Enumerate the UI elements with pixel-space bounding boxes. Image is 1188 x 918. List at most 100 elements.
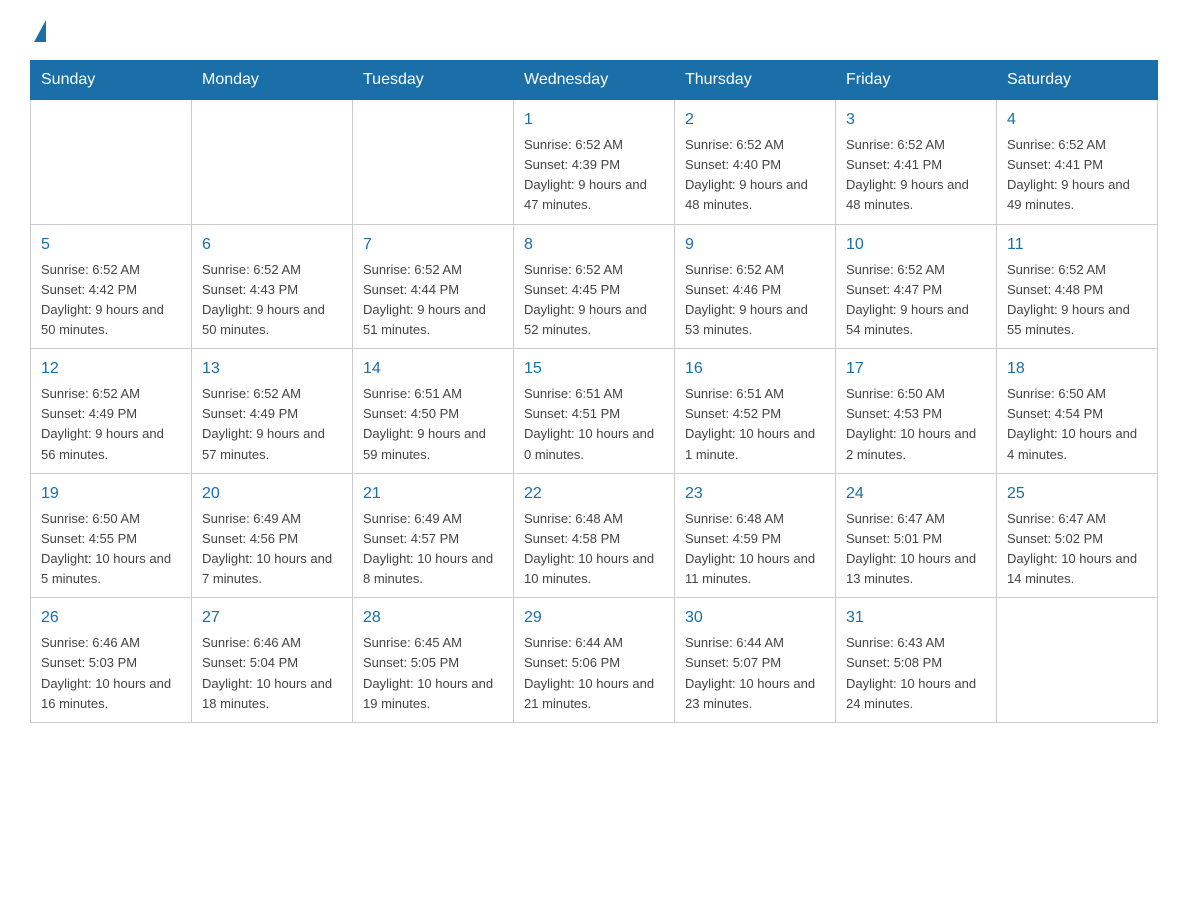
day-number: 15 xyxy=(524,357,664,381)
day-number: 14 xyxy=(363,357,503,381)
day-info: Sunrise: 6:52 AMSunset: 4:41 PMDaylight:… xyxy=(1007,135,1147,216)
day-info: Sunrise: 6:49 AMSunset: 4:56 PMDaylight:… xyxy=(202,509,342,590)
day-info: Sunrise: 6:44 AMSunset: 5:07 PMDaylight:… xyxy=(685,633,825,714)
calendar-header-wednesday: Wednesday xyxy=(514,61,675,100)
day-number: 26 xyxy=(41,606,181,630)
day-number: 10 xyxy=(846,233,986,257)
calendar-header-saturday: Saturday xyxy=(997,61,1158,100)
day-number: 4 xyxy=(1007,108,1147,132)
day-info: Sunrise: 6:47 AMSunset: 5:02 PMDaylight:… xyxy=(1007,509,1147,590)
calendar-cell: 26 Sunrise: 6:46 AMSunset: 5:03 PMDayligh… xyxy=(31,598,192,723)
day-number: 13 xyxy=(202,357,342,381)
day-info: Sunrise: 6:45 AMSunset: 5:05 PMDaylight:… xyxy=(363,633,503,714)
calendar-cell: 30 Sunrise: 6:44 AMSunset: 5:07 PMDayligh… xyxy=(675,598,836,723)
day-info: Sunrise: 6:52 AMSunset: 4:42 PMDaylight:… xyxy=(41,260,181,341)
day-number: 19 xyxy=(41,482,181,506)
day-number: 30 xyxy=(685,606,825,630)
day-info: Sunrise: 6:52 AMSunset: 4:47 PMDaylight:… xyxy=(846,260,986,341)
calendar-header-monday: Monday xyxy=(192,61,353,100)
day-number: 23 xyxy=(685,482,825,506)
day-info: Sunrise: 6:52 AMSunset: 4:45 PMDaylight:… xyxy=(524,260,664,341)
day-info: Sunrise: 6:50 AMSunset: 4:54 PMDaylight:… xyxy=(1007,384,1147,465)
day-number: 17 xyxy=(846,357,986,381)
week-row-5: 26 Sunrise: 6:46 AMSunset: 5:03 PMDayligh… xyxy=(31,598,1158,723)
calendar-cell: 9 Sunrise: 6:52 AMSunset: 4:46 PMDaylight… xyxy=(675,224,836,349)
calendar-cell: 19 Sunrise: 6:50 AMSunset: 4:55 PMDayligh… xyxy=(31,473,192,598)
calendar-table: SundayMondayTuesdayWednesdayThursdayFrid… xyxy=(30,60,1158,723)
calendar-cell: 31 Sunrise: 6:43 AMSunset: 5:08 PMDayligh… xyxy=(836,598,997,723)
day-info: Sunrise: 6:43 AMSunset: 5:08 PMDaylight:… xyxy=(846,633,986,714)
calendar-cell xyxy=(353,100,514,225)
day-info: Sunrise: 6:44 AMSunset: 5:06 PMDaylight:… xyxy=(524,633,664,714)
day-info: Sunrise: 6:48 AMSunset: 4:58 PMDaylight:… xyxy=(524,509,664,590)
calendar-cell: 13 Sunrise: 6:52 AMSunset: 4:49 PMDayligh… xyxy=(192,349,353,474)
calendar-cell: 23 Sunrise: 6:48 AMSunset: 4:59 PMDayligh… xyxy=(675,473,836,598)
day-number: 28 xyxy=(363,606,503,630)
day-number: 3 xyxy=(846,108,986,132)
day-number: 9 xyxy=(685,233,825,257)
calendar-cell: 15 Sunrise: 6:51 AMSunset: 4:51 PMDayligh… xyxy=(514,349,675,474)
calendar-cell: 4 Sunrise: 6:52 AMSunset: 4:41 PMDaylight… xyxy=(997,100,1158,225)
calendar-cell: 22 Sunrise: 6:48 AMSunset: 4:58 PMDayligh… xyxy=(514,473,675,598)
day-number: 20 xyxy=(202,482,342,506)
calendar-header-tuesday: Tuesday xyxy=(353,61,514,100)
calendar-cell: 11 Sunrise: 6:52 AMSunset: 4:48 PMDayligh… xyxy=(997,224,1158,349)
calendar-cell: 17 Sunrise: 6:50 AMSunset: 4:53 PMDayligh… xyxy=(836,349,997,474)
day-info: Sunrise: 6:52 AMSunset: 4:39 PMDaylight:… xyxy=(524,135,664,216)
day-number: 24 xyxy=(846,482,986,506)
calendar-cell: 7Sunrise: 6:52 AMSunset: 4:44 PMDaylight… xyxy=(353,224,514,349)
calendar-cell: 28 Sunrise: 6:45 AMSunset: 5:05 PMDayligh… xyxy=(353,598,514,723)
calendar-cell: 25 Sunrise: 6:47 AMSunset: 5:02 PMDayligh… xyxy=(997,473,1158,598)
calendar-cell: 27 Sunrise: 6:46 AMSunset: 5:04 PMDayligh… xyxy=(192,598,353,723)
calendar-cell: 3 Sunrise: 6:52 AMSunset: 4:41 PMDaylight… xyxy=(836,100,997,225)
day-number: 21 xyxy=(363,482,503,506)
day-number: 11 xyxy=(1007,233,1147,257)
calendar-header-row: SundayMondayTuesdayWednesdayThursdayFrid… xyxy=(31,61,1158,100)
calendar-cell: 18Sunrise: 6:50 AMSunset: 4:54 PMDayligh… xyxy=(997,349,1158,474)
day-info: Sunrise: 6:52 AMSunset: 4:46 PMDaylight:… xyxy=(685,260,825,341)
calendar-cell: 5Sunrise: 6:52 AMSunset: 4:42 PMDaylight… xyxy=(31,224,192,349)
page-header xyxy=(30,20,1158,40)
calendar-cell: 16 Sunrise: 6:51 AMSunset: 4:52 PMDayligh… xyxy=(675,349,836,474)
day-info: Sunrise: 6:49 AMSunset: 4:57 PMDaylight:… xyxy=(363,509,503,590)
calendar-cell: 6Sunrise: 6:52 AMSunset: 4:43 PMDaylight… xyxy=(192,224,353,349)
calendar-cell: 8 Sunrise: 6:52 AMSunset: 4:45 PMDaylight… xyxy=(514,224,675,349)
day-number: 6 xyxy=(202,233,342,257)
day-number: 16 xyxy=(685,357,825,381)
calendar-header-friday: Friday xyxy=(836,61,997,100)
day-number: 29 xyxy=(524,606,664,630)
day-info: Sunrise: 6:50 AMSunset: 4:53 PMDaylight:… xyxy=(846,384,986,465)
week-row-2: 5Sunrise: 6:52 AMSunset: 4:42 PMDaylight… xyxy=(31,224,1158,349)
day-info: Sunrise: 6:51 AMSunset: 4:50 PMDaylight:… xyxy=(363,384,503,465)
day-info: Sunrise: 6:52 AMSunset: 4:48 PMDaylight:… xyxy=(1007,260,1147,341)
day-number: 1 xyxy=(524,108,664,132)
calendar-cell xyxy=(31,100,192,225)
day-info: Sunrise: 6:46 AMSunset: 5:04 PMDaylight:… xyxy=(202,633,342,714)
calendar-cell: 1 Sunrise: 6:52 AMSunset: 4:39 PMDaylight… xyxy=(514,100,675,225)
calendar-cell xyxy=(997,598,1158,723)
calendar-cell: 24Sunrise: 6:47 AMSunset: 5:01 PMDayligh… xyxy=(836,473,997,598)
day-number: 27 xyxy=(202,606,342,630)
day-number: 31 xyxy=(846,606,986,630)
day-number: 25 xyxy=(1007,482,1147,506)
week-row-3: 12Sunrise: 6:52 AMSunset: 4:49 PMDayligh… xyxy=(31,349,1158,474)
day-info: Sunrise: 6:52 AMSunset: 4:41 PMDaylight:… xyxy=(846,135,986,216)
day-info: Sunrise: 6:52 AMSunset: 4:49 PMDaylight:… xyxy=(202,384,342,465)
calendar-cell: 14 Sunrise: 6:51 AMSunset: 4:50 PMDayligh… xyxy=(353,349,514,474)
day-info: Sunrise: 6:52 AMSunset: 4:49 PMDaylight:… xyxy=(41,384,181,465)
calendar-cell: 29 Sunrise: 6:44 AMSunset: 5:06 PMDayligh… xyxy=(514,598,675,723)
day-number: 2 xyxy=(685,108,825,132)
week-row-4: 19 Sunrise: 6:50 AMSunset: 4:55 PMDayligh… xyxy=(31,473,1158,598)
day-info: Sunrise: 6:50 AMSunset: 4:55 PMDaylight:… xyxy=(41,509,181,590)
logo-triangle-icon xyxy=(34,20,46,42)
day-info: Sunrise: 6:46 AMSunset: 5:03 PMDaylight:… xyxy=(41,633,181,714)
calendar-cell xyxy=(192,100,353,225)
calendar-cell: 2Sunrise: 6:52 AMSunset: 4:40 PMDaylight… xyxy=(675,100,836,225)
calendar-cell: 20 Sunrise: 6:49 AMSunset: 4:56 PMDayligh… xyxy=(192,473,353,598)
day-number: 8 xyxy=(524,233,664,257)
day-info: Sunrise: 6:48 AMSunset: 4:59 PMDaylight:… xyxy=(685,509,825,590)
day-info: Sunrise: 6:51 AMSunset: 4:52 PMDaylight:… xyxy=(685,384,825,465)
day-number: 22 xyxy=(524,482,664,506)
logo xyxy=(30,20,46,40)
day-info: Sunrise: 6:51 AMSunset: 4:51 PMDaylight:… xyxy=(524,384,664,465)
